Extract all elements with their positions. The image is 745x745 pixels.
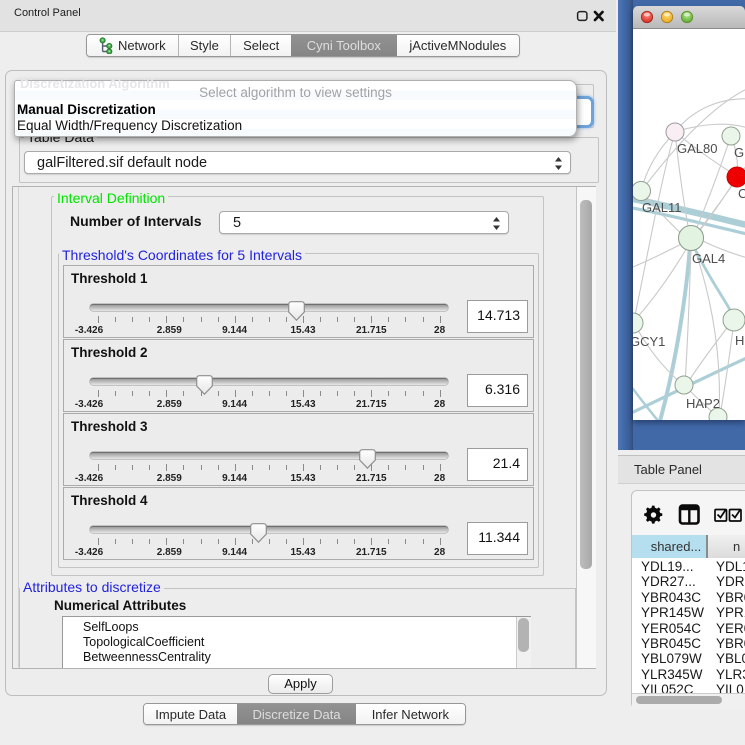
svg-text:GCY1: GCY1 [633,334,665,349]
svg-text:GAL11: GAL11 [642,200,682,215]
svg-text:H: H [735,333,744,348]
svg-text:C: C [738,186,745,201]
svg-text:GAL4: GAL4 [692,251,725,266]
svg-text:GAL80: GAL80 [677,141,717,156]
svg-text:HAP2: HAP2 [686,396,720,411]
svg-text:G: G [734,145,744,160]
